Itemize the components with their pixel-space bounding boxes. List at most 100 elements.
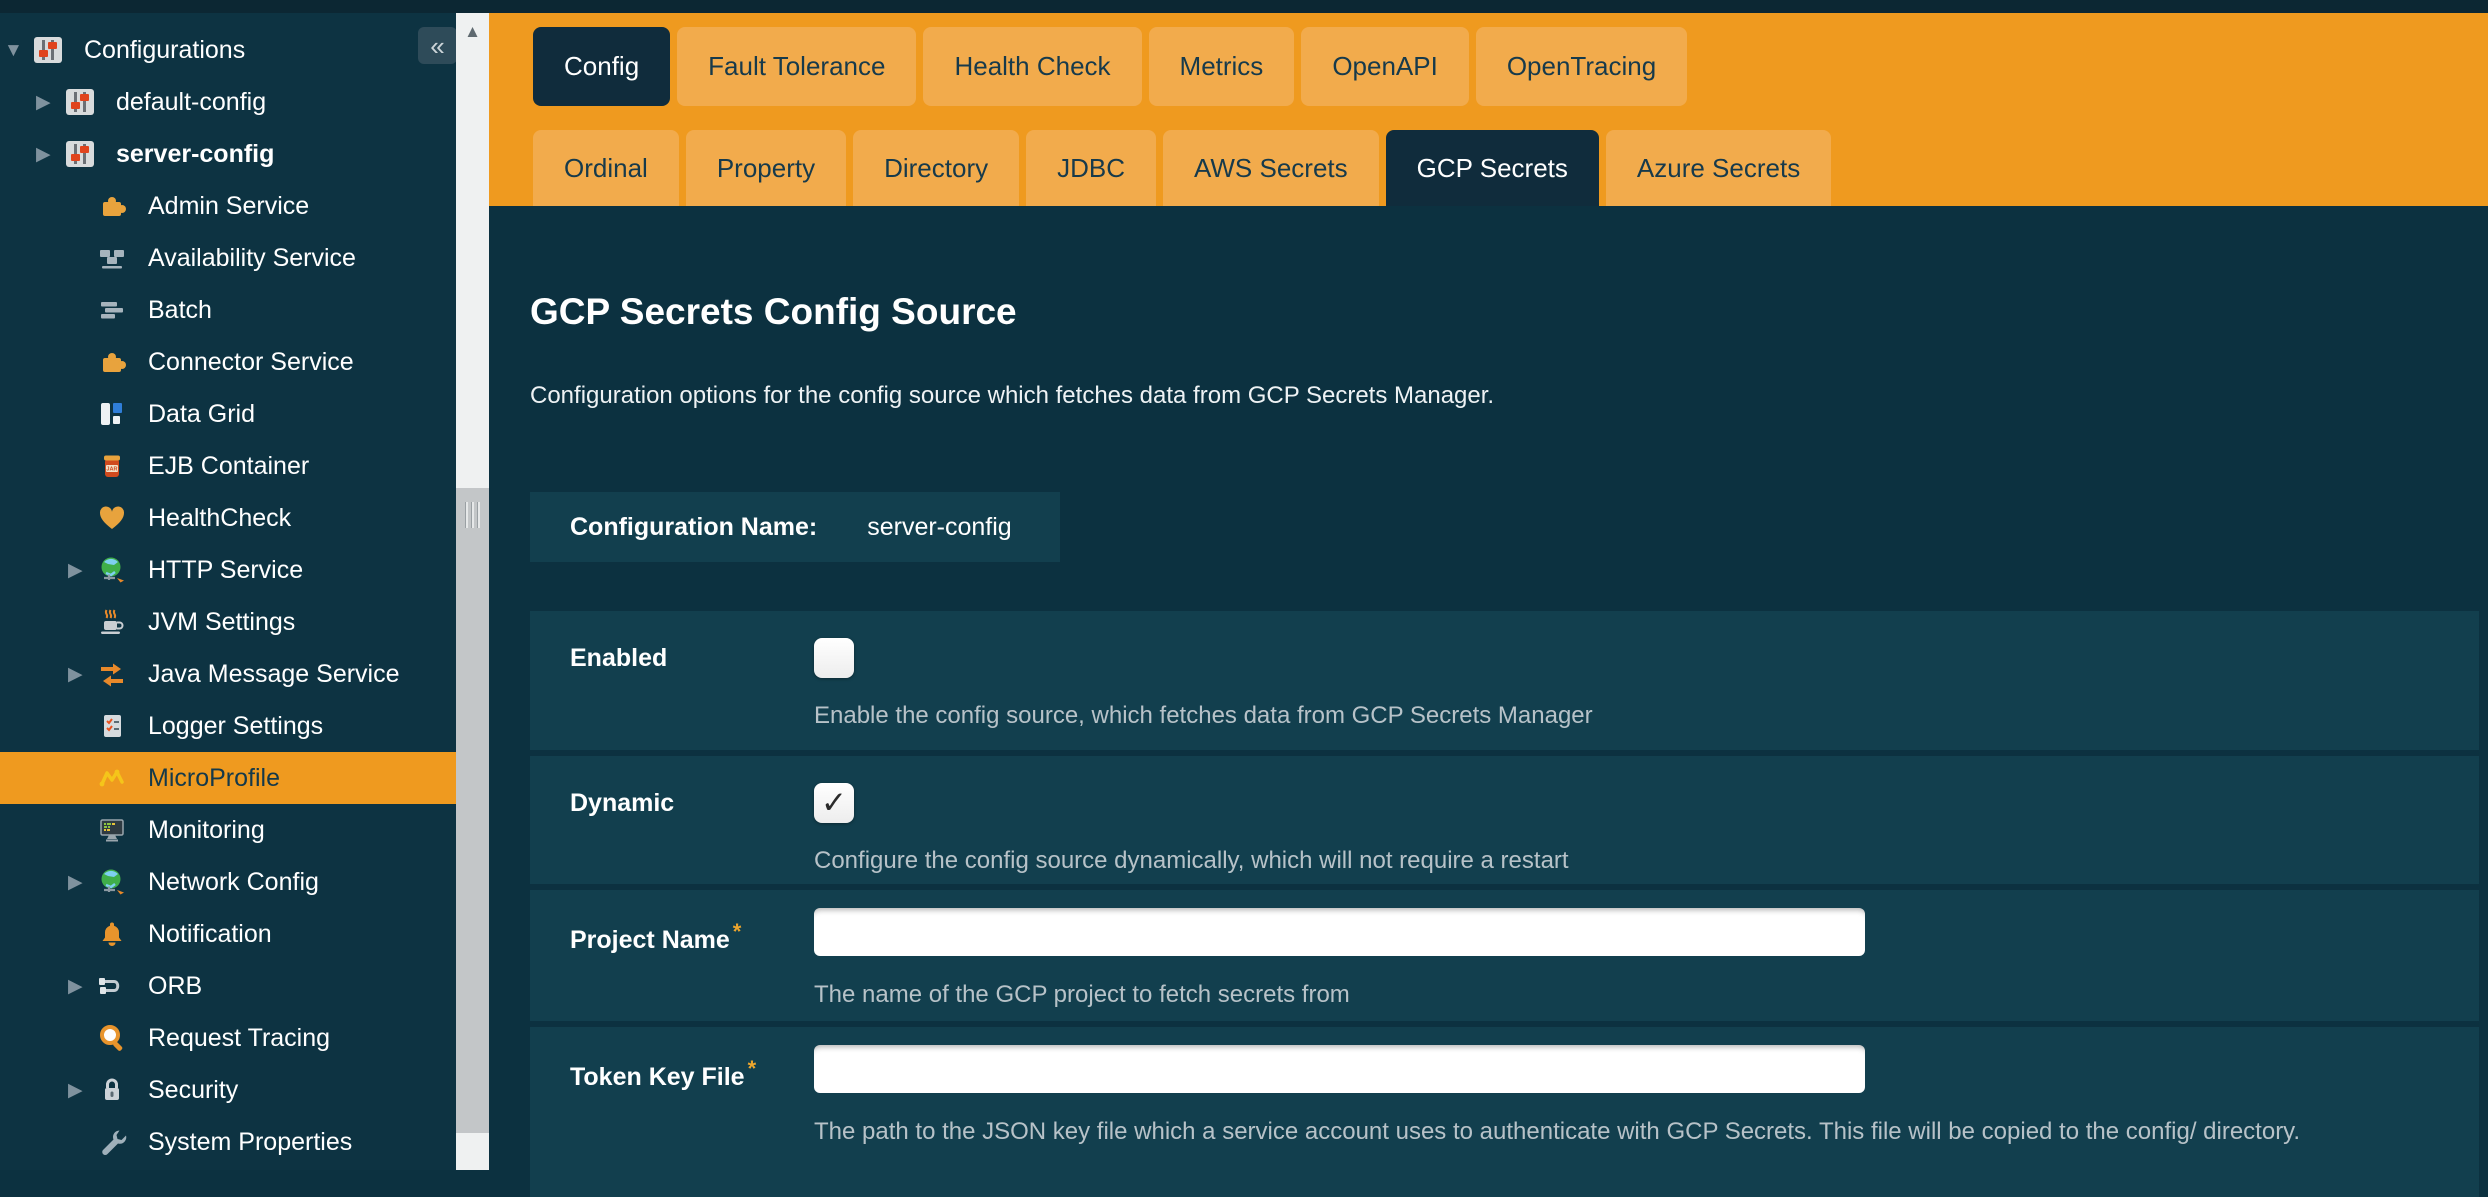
tab-metrics[interactable]: Metrics — [1149, 27, 1295, 106]
page-title: GCP Secrets Config Source — [530, 290, 2488, 334]
sidebar-item-connector-service[interactable]: Connector Service — [0, 336, 456, 388]
sidebar-item-jvm-settings[interactable]: JVM Settings — [0, 596, 456, 648]
bell-icon — [96, 918, 128, 950]
sidebar-item-label: Connector Service — [148, 348, 354, 377]
jar-icon: JAR — [96, 450, 128, 482]
svg-text:JAR: JAR — [106, 467, 117, 473]
sidebar-item-orb[interactable]: ▶ ORB — [0, 960, 456, 1012]
field-label: Token Key File* — [530, 1045, 814, 1197]
required-asterisk: * — [733, 919, 742, 944]
sidebar-item-label: EJB Container — [148, 452, 309, 481]
configuration-name-label: Configuration Name: — [570, 513, 817, 542]
tab-directory[interactable]: Directory — [853, 130, 1019, 206]
scroll-up-arrow-icon[interactable]: ▲ — [456, 22, 489, 42]
tab-gcp-secrets[interactable]: GCP Secrets — [1386, 130, 1599, 206]
globe-icon — [96, 866, 128, 898]
sidebar-item-server-config[interactable]: ▶server-config — [0, 128, 456, 180]
primary-tab-row: ConfigFault ToleranceHealth CheckMetrics… — [533, 27, 1687, 106]
tabs-header: ConfigFault ToleranceHealth CheckMetrics… — [489, 13, 2488, 206]
navigation-tree: ▼Configurations ▶ default-config ▶server-co… — [0, 13, 456, 1168]
field-label-text: Token Key File — [570, 1063, 745, 1091]
sidebar-item-ejb-container[interactable]: JAR EJB Container — [0, 440, 456, 492]
sidebar-item-java-message-service[interactable]: ▶Java Message Service — [0, 648, 456, 700]
sidebar-item-availability-service[interactable]: Availability Service — [0, 232, 456, 284]
sidebar-item-batch[interactable]: Batch — [0, 284, 456, 336]
sidebar-item-network-config[interactable]: ▶Network Config — [0, 856, 456, 908]
sidebar-item-healthcheck[interactable]: HealthCheck — [0, 492, 456, 544]
top-strip — [0, 0, 2488, 13]
sidebar-item-http-service[interactable]: ▶HTTP Service — [0, 544, 456, 596]
sidebar-item-monitoring[interactable]: Monitoring — [0, 804, 456, 856]
expand-tree-arrow-icon[interactable]: ▶ — [36, 93, 64, 112]
sidebar-item-security[interactable]: ▶ Security — [0, 1064, 456, 1116]
sidebar-item-label: System Properties — [148, 1128, 352, 1157]
sidebar-item-label: default-config — [116, 88, 266, 117]
sidebar-item-request-tracing[interactable]: Request Tracing — [0, 1012, 456, 1064]
monitor-icon — [96, 814, 128, 846]
expand-tree-arrow-icon[interactable]: ▶ — [68, 1081, 96, 1100]
sidebar-item-system-properties[interactable]: System Properties — [0, 1116, 456, 1168]
tab-aws-secrets[interactable]: AWS Secrets — [1163, 130, 1379, 206]
puzzle-icon — [96, 346, 128, 378]
field-row-enabled: EnabledEnable the config source, which f… — [530, 611, 2479, 750]
sidebar-item-label: Availability Service — [148, 244, 356, 273]
puzzle-icon — [96, 190, 128, 222]
heart-icon — [96, 502, 128, 534]
field-row-project-name: Project Name*The name of the GCP project… — [530, 890, 2479, 1021]
sidebar-item-microprofile[interactable]: MicroProfile — [0, 752, 456, 804]
tab-config[interactable]: Config — [533, 27, 670, 106]
sliders-icon — [32, 34, 64, 66]
field-label: Project Name* — [530, 908, 814, 1021]
sidebar-item-admin-service[interactable]: Admin Service — [0, 180, 456, 232]
sidebar-item-logger-settings[interactable]: Logger Settings — [0, 700, 456, 752]
tab-ordinal[interactable]: Ordinal — [533, 130, 679, 206]
field-label: Enabled — [530, 638, 814, 750]
sidebar-item-label: ORB — [148, 972, 202, 1001]
sidebar-item-configurations[interactable]: ▼Configurations — [0, 24, 456, 76]
secondary-tab-row: OrdinalPropertyDirectoryJDBCAWS SecretsG… — [533, 130, 1831, 206]
sidebar-scrollbar[interactable]: ▲ — [456, 13, 489, 1170]
tab-fault-tolerance[interactable]: Fault Tolerance — [677, 27, 916, 106]
tab-jdbc[interactable]: JDBC — [1026, 130, 1156, 206]
tab-openapi[interactable]: OpenAPI — [1301, 27, 1469, 106]
tab-azure-secrets[interactable]: Azure Secrets — [1606, 130, 1831, 206]
token-key-file-input[interactable] — [814, 1045, 1865, 1093]
dynamic-checkbox[interactable]: ✓ — [814, 783, 854, 823]
microprofile-icon — [96, 762, 128, 794]
field-label-text: Dynamic — [570, 789, 674, 817]
sidebar-item-label: Batch — [148, 296, 212, 325]
required-asterisk: * — [748, 1056, 757, 1081]
datagrid-icon — [96, 398, 128, 430]
field-help-text: The path to the JSON key file which a se… — [814, 1118, 2479, 1146]
sliders-icon — [64, 138, 96, 170]
tab-opentracing[interactable]: OpenTracing — [1476, 27, 1687, 106]
collapse-tree-arrow-icon[interactable]: ▼ — [4, 41, 32, 60]
sidebar-item-data-grid[interactable]: Data Grid — [0, 388, 456, 440]
sidebar-item-default-config[interactable]: ▶ default-config — [0, 76, 456, 128]
globe-icon — [96, 554, 128, 586]
field-control-cell: The path to the JSON key file which a se… — [814, 1045, 2479, 1197]
plug-icon — [96, 970, 128, 1002]
tab-property[interactable]: Property — [686, 130, 846, 206]
lock-icon — [96, 1074, 128, 1106]
expand-tree-arrow-icon[interactable]: ▶ — [36, 145, 64, 164]
expand-tree-arrow-icon[interactable]: ▶ — [68, 561, 96, 580]
expand-tree-arrow-icon[interactable]: ▶ — [68, 977, 96, 996]
field-row-dynamic: Dynamic✓Configure the config source dyna… — [530, 756, 2479, 884]
project-name-input[interactable] — [814, 908, 1865, 956]
sidebar-item-label: Security — [148, 1076, 238, 1105]
sidebar-item-label: Data Grid — [148, 400, 255, 429]
sidebar-item-notification[interactable]: Notification — [0, 908, 456, 960]
tab-health-check[interactable]: Health Check — [923, 27, 1141, 106]
content-panel: GCP Secrets Config Source Configuration … — [489, 206, 2488, 1170]
expand-tree-arrow-icon[interactable]: ▶ — [68, 873, 96, 892]
coffee-icon — [96, 606, 128, 638]
enabled-checkbox[interactable] — [814, 638, 854, 678]
expand-tree-arrow-icon[interactable]: ▶ — [68, 665, 96, 684]
form-rows: EnabledEnable the config source, which f… — [530, 611, 2479, 1197]
page-description: Configuration options for the config sou… — [530, 382, 2488, 410]
sidebar-item-label: HealthCheck — [148, 504, 291, 533]
scrollbar-thumb[interactable] — [456, 488, 489, 1133]
field-label-text: Project Name — [570, 926, 730, 954]
sidebar-collapse-button[interactable]: « — [418, 27, 456, 64]
